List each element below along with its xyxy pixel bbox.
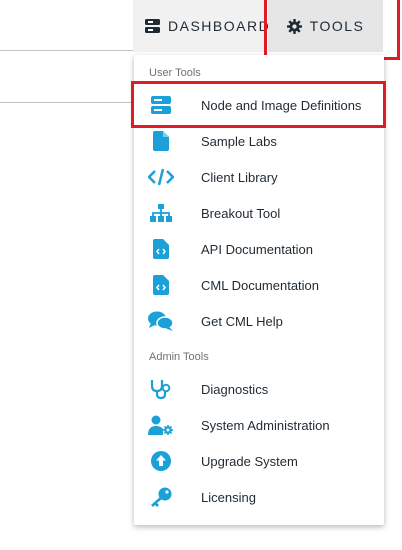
admin-tools-heading: Admin Tools [149, 351, 209, 363]
menu-item-label: Breakout Tool [201, 205, 281, 221]
dashboard-label: DASHBOARD [168, 18, 271, 34]
content-divider [0, 102, 134, 103]
menu-item-label: System Administration [201, 417, 330, 433]
menu-item-api-documentation[interactable]: API Documentation [134, 231, 384, 267]
file-code-icon [146, 239, 176, 259]
menu-item-diagnostics[interactable]: Diagnostics [134, 371, 384, 407]
dashboard-icon [145, 19, 160, 33]
menu-item-label: Client Library [201, 169, 278, 185]
menu-item-client-library[interactable]: Client Library [134, 159, 384, 195]
dashboard-button[interactable]: DASHBOARD [133, 0, 269, 52]
menu-item-label: Get CML Help [201, 313, 283, 329]
header-divider [0, 50, 134, 51]
menu-item-licensing[interactable]: Licensing [134, 479, 384, 515]
menu-item-get-cml-help[interactable]: Get CML Help [134, 303, 384, 339]
menu-item-cml-documentation[interactable]: CML Documentation [134, 267, 384, 303]
comments-icon [146, 311, 176, 331]
menu-item-label: Upgrade System [201, 453, 298, 469]
menu-item-label: CML Documentation [201, 277, 320, 293]
menu-item-label: API Documentation [201, 241, 314, 257]
menu-item-label: Licensing [201, 489, 256, 505]
arrow-circle-up-icon [146, 451, 176, 471]
sitemap-icon [146, 204, 176, 222]
menu-item-breakout-tool[interactable]: Breakout Tool [134, 195, 384, 231]
menu-item-label: Diagnostics [201, 381, 269, 397]
user-cog-icon [146, 415, 176, 435]
file-code-icon [146, 275, 176, 295]
code-icon [146, 168, 176, 186]
tools-highlight-box [264, 0, 400, 60]
file-icon [146, 131, 176, 151]
stethoscope-icon [146, 379, 176, 399]
key-icon [146, 487, 176, 507]
menu-item-label: Sample Labs [201, 133, 277, 149]
menu-item-upgrade-system[interactable]: Upgrade System [134, 443, 384, 479]
menu-item-sample-labs[interactable]: Sample Labs [134, 123, 384, 159]
menu-item-system-administration[interactable]: System Administration [134, 407, 384, 443]
node-definitions-highlight-box [131, 81, 386, 128]
user-tools-heading: User Tools [149, 67, 201, 79]
